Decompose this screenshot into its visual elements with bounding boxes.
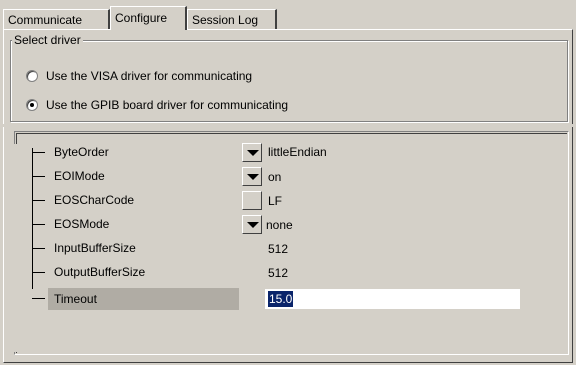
- chevron-down-icon: [247, 150, 259, 156]
- tab-session-log-label: Session Log: [192, 13, 259, 27]
- property-name-byteorder[interactable]: ByteOrder: [54, 140, 109, 164]
- property-name-eoscharcode[interactable]: EOSCharCode: [54, 188, 134, 212]
- tab-session-log[interactable]: Session Log: [187, 9, 277, 29]
- byteorder-dropdown-button[interactable]: [242, 143, 262, 162]
- gpib-driver-radio[interactable]: [26, 99, 38, 111]
- chevron-down-icon: [247, 222, 259, 228]
- visa-driver-label: Use the VISA driver for communicating: [46, 69, 253, 83]
- eoscharcode-edit-button[interactable]: [242, 191, 262, 210]
- property-name-timeout[interactable]: Timeout: [54, 287, 97, 311]
- property-value-eoimode[interactable]: on: [268, 165, 281, 189]
- property-value-outputbuffersize[interactable]: 512: [268, 261, 288, 285]
- select-driver-legend: Select driver: [12, 33, 83, 47]
- property-value-byteorder[interactable]: littleEndian: [268, 140, 327, 164]
- property-value-eoscharcode[interactable]: LF: [268, 189, 282, 213]
- tree-branch: [32, 224, 45, 225]
- tree-branch: [32, 176, 45, 177]
- property-name-eoimode[interactable]: EOIMode: [54, 164, 105, 188]
- property-name-eosmode[interactable]: EOSMode: [54, 212, 109, 236]
- chevron-down-icon: [247, 174, 259, 180]
- visa-driver-radio[interactable]: [26, 70, 38, 82]
- timeout-value-selected-text[interactable]: 15.0: [268, 291, 294, 307]
- radio-selected-dot: [30, 103, 34, 107]
- tab-configure-label: Configure: [115, 11, 168, 25]
- tree-branch: [32, 200, 45, 201]
- eoimode-dropdown-button[interactable]: [242, 167, 262, 186]
- tab-communicate-label: Communicate: [8, 13, 83, 27]
- property-values-column: [241, 144, 567, 352]
- tree-branch: [32, 248, 45, 249]
- tree-branch: [32, 152, 45, 153]
- panel-splitter[interactable]: [3, 124, 573, 127]
- tree-connector-line: [32, 148, 33, 289]
- property-value-inputbuffersize[interactable]: 512: [268, 237, 288, 261]
- property-name-outputbuffersize[interactable]: OutputBufferSize: [54, 260, 145, 284]
- tree-branch: [32, 298, 45, 299]
- tree-branch: [32, 272, 45, 273]
- tab-communicate[interactable]: Communicate: [3, 9, 110, 29]
- property-name-inputbuffersize[interactable]: InputBufferSize: [54, 236, 136, 260]
- property-value-eosmode[interactable]: none: [266, 213, 293, 237]
- tab-configure[interactable]: Configure: [110, 6, 187, 30]
- timeout-edit-field[interactable]: [265, 289, 520, 309]
- eosmode-dropdown-button[interactable]: [242, 215, 262, 234]
- gpib-driver-label: Use the GPIB board driver for communicat…: [46, 98, 289, 112]
